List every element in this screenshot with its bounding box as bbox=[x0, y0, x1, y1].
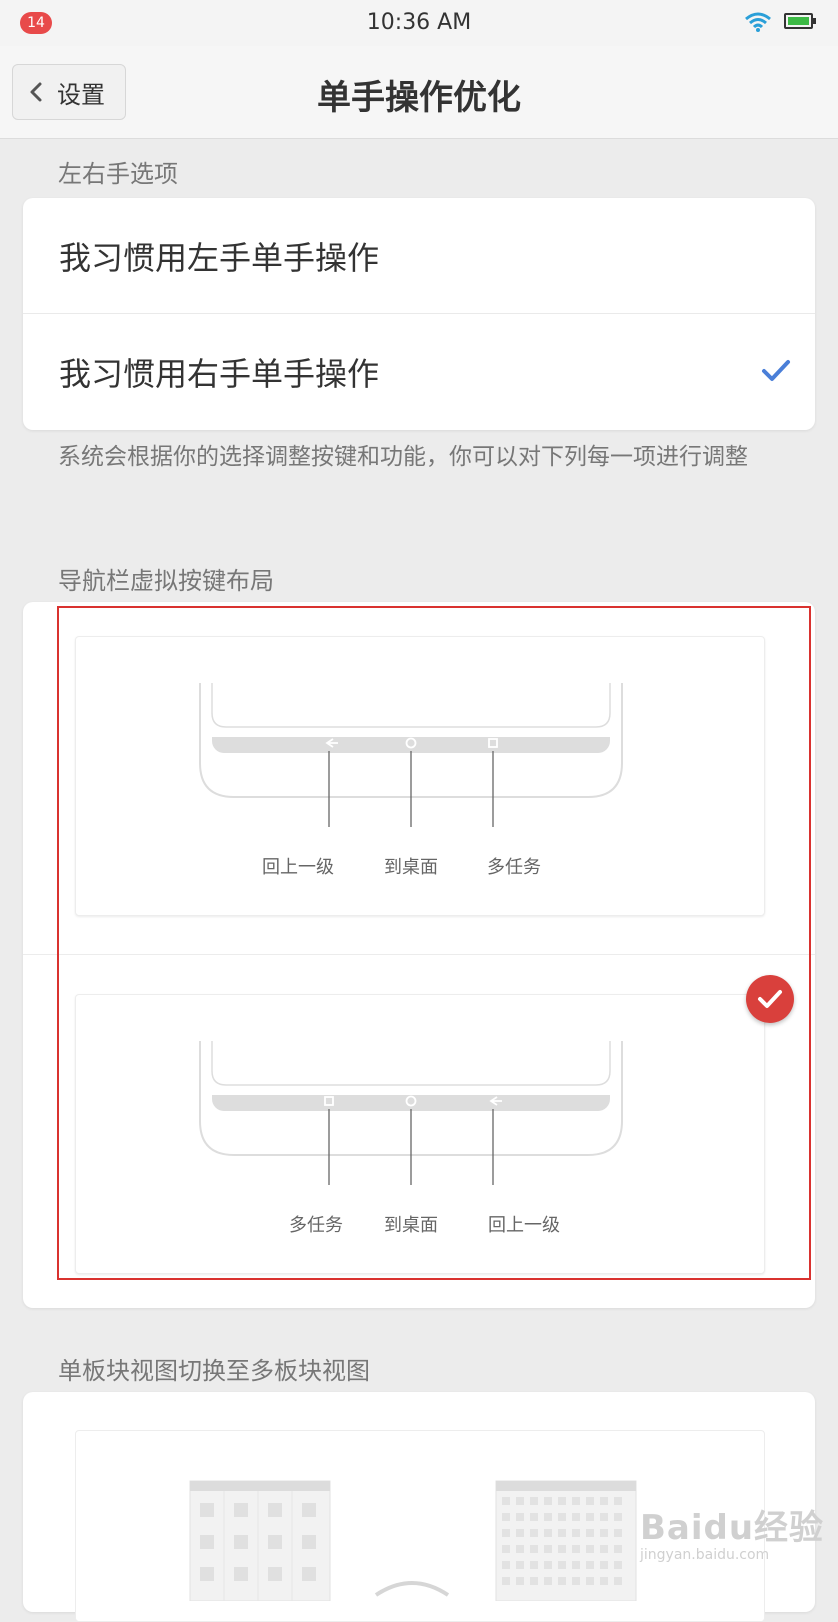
wifi-icon bbox=[745, 12, 771, 32]
right-hand-option[interactable]: 我习惯用右手单手操作 bbox=[23, 314, 815, 430]
checkmark-icon bbox=[762, 360, 790, 381]
right-hand-option-label: 我习惯用右手单手操作 bbox=[59, 355, 380, 393]
view-section-label: 单板块视图切换至多板块视图 bbox=[58, 1357, 370, 1385]
watermark-main: Baidu经验 bbox=[640, 1508, 825, 1548]
status-time: 10:36 AM bbox=[366, 10, 472, 35]
nav-section-label: 导航栏虚拟按键布局 bbox=[58, 567, 274, 595]
header-bar: 设置 单手操作优化 bbox=[0, 46, 838, 139]
baidu-watermark: Baidu经验 jingyan.baidu.com bbox=[640, 1500, 824, 1563]
hand-description: 系统会根据你的选择调整按键和功能，你可以对下列每一项进行调整 bbox=[58, 444, 748, 470]
battery-icon bbox=[784, 13, 816, 29]
left-hand-option-label: 我习惯用左手单手操作 bbox=[59, 238, 380, 277]
watermark-sub: jingyan.baidu.com bbox=[640, 1547, 770, 1563]
left-hand-option[interactable]: 我习惯用左手单手操作 bbox=[23, 198, 815, 314]
page-title: 单手操作优化 bbox=[317, 78, 521, 118]
hand-section-label: 左右手选项 bbox=[58, 160, 178, 188]
highlight-box bbox=[57, 606, 811, 1280]
status-bar: 14 10:36 AM bbox=[0, 0, 838, 46]
hand-options-card: 我习惯用左手单手操作 我习惯用右手单手操作 bbox=[23, 198, 815, 430]
selected-check-icon bbox=[746, 975, 794, 1023]
